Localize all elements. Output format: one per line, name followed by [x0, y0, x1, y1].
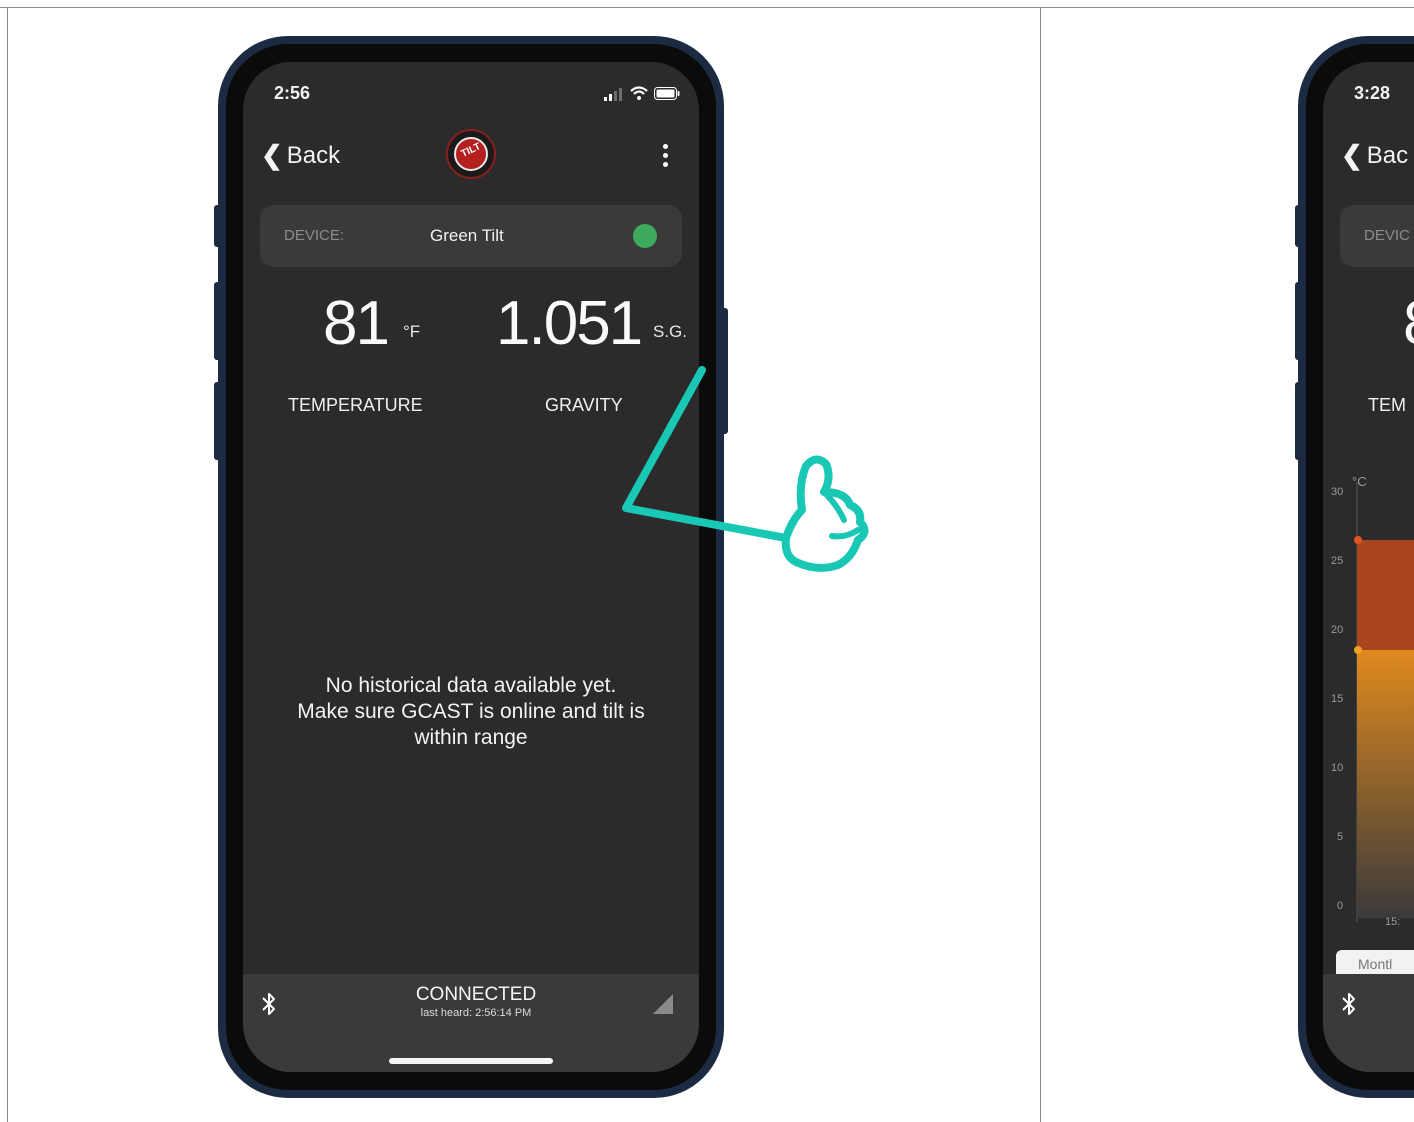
no-data-message: No historical data available yet. Make s…: [273, 673, 669, 751]
right-connection-footer: [1323, 974, 1414, 1072]
status-time: 2:56: [274, 83, 311, 103]
connection-footer: CONNECTED last heard: 2:56:14 PM: [243, 974, 699, 1072]
chevron-left-icon: ❮: [261, 140, 283, 170]
gravity-value: 1.051: [496, 289, 643, 358]
right-phone-screen: 3:28 ❮ Bac DEVIC 8 TEM °C 30 25 20 15 10…: [1323, 62, 1414, 1072]
right-phone: 3:28 ❮ Bac DEVIC 8 TEM °C 30 25 20 15 10…: [1298, 36, 1414, 1098]
wifi-icon: [630, 86, 648, 100]
chart-point-gravity: [1354, 646, 1362, 654]
y-tick: 10: [1331, 762, 1344, 774]
y-tick: 25: [1331, 555, 1344, 567]
annotation-pointer-drawing: [622, 366, 869, 572]
right-device-label: DEVIC: [1364, 227, 1410, 244]
battery-icon: [654, 87, 680, 100]
connection-status: CONNECTED: [415, 984, 537, 1005]
panel-divider: [1040, 7, 1041, 1122]
y-tick: 20: [1331, 624, 1344, 636]
bluetooth-icon: [262, 993, 275, 1015]
right-phone-crop: 3:28 ❮ Bac DEVIC 8 TEM °C 30 25 20 15 10…: [1298, 36, 1414, 1122]
panel-border-top: [0, 7, 1414, 8]
last-heard-time: last heard: 2:56:14 PM: [420, 1007, 532, 1019]
temperature-value: 81: [323, 289, 390, 358]
right-status-time: 3:28: [1354, 83, 1391, 103]
tilt-logo: TILT: [446, 129, 496, 179]
chart-point-temperature: [1354, 536, 1362, 544]
device-selector[interactable]: DEVICE: Green Tilt: [260, 205, 682, 267]
temperature-unit: °F: [403, 322, 421, 341]
kebab-menu-icon[interactable]: [663, 144, 669, 171]
signal-bars-icon: [604, 88, 622, 101]
panel-border-left: [7, 7, 8, 1122]
right-back-label: Bac: [1366, 141, 1409, 169]
back-button[interactable]: ❮ Back: [261, 140, 340, 171]
right-bluetooth-icon: [1342, 993, 1355, 1015]
chart-upper-band: [1357, 540, 1414, 652]
right-temperature-value: 8: [1403, 288, 1414, 359]
right-back-button[interactable]: ❮ Bac: [1341, 140, 1408, 171]
y-tick: 0: [1337, 900, 1344, 912]
y-tick: 5: [1337, 831, 1344, 843]
no-data-line-3: within range: [414, 726, 528, 749]
history-chart: [1354, 482, 1414, 922]
temperature-caption: TEMPERATURE: [288, 395, 423, 415]
right-temperature-caption: TEM: [1368, 395, 1406, 415]
no-data-line-2: Make sure GCAST is online and tilt is: [297, 700, 645, 723]
back-label: Back: [286, 141, 341, 169]
gravity-unit: S.G.: [653, 322, 688, 341]
no-data-line-1: No historical data available yet.: [325, 674, 617, 697]
x-tick: 15:: [1385, 916, 1401, 928]
y-tick: 15: [1331, 693, 1344, 705]
device-label: DEVICE:: [284, 227, 345, 244]
chart-lower-band: [1357, 650, 1414, 918]
home-indicator[interactable]: [389, 1058, 553, 1064]
right-device-selector[interactable]: DEVIC: [1340, 205, 1414, 267]
right-chevron-left-icon: ❮: [1341, 140, 1363, 170]
y-tick: 30: [1331, 486, 1344, 498]
device-status-indicator: [633, 224, 657, 248]
signal-strength-icon: [653, 994, 673, 1014]
device-name: Green Tilt: [430, 226, 504, 245]
